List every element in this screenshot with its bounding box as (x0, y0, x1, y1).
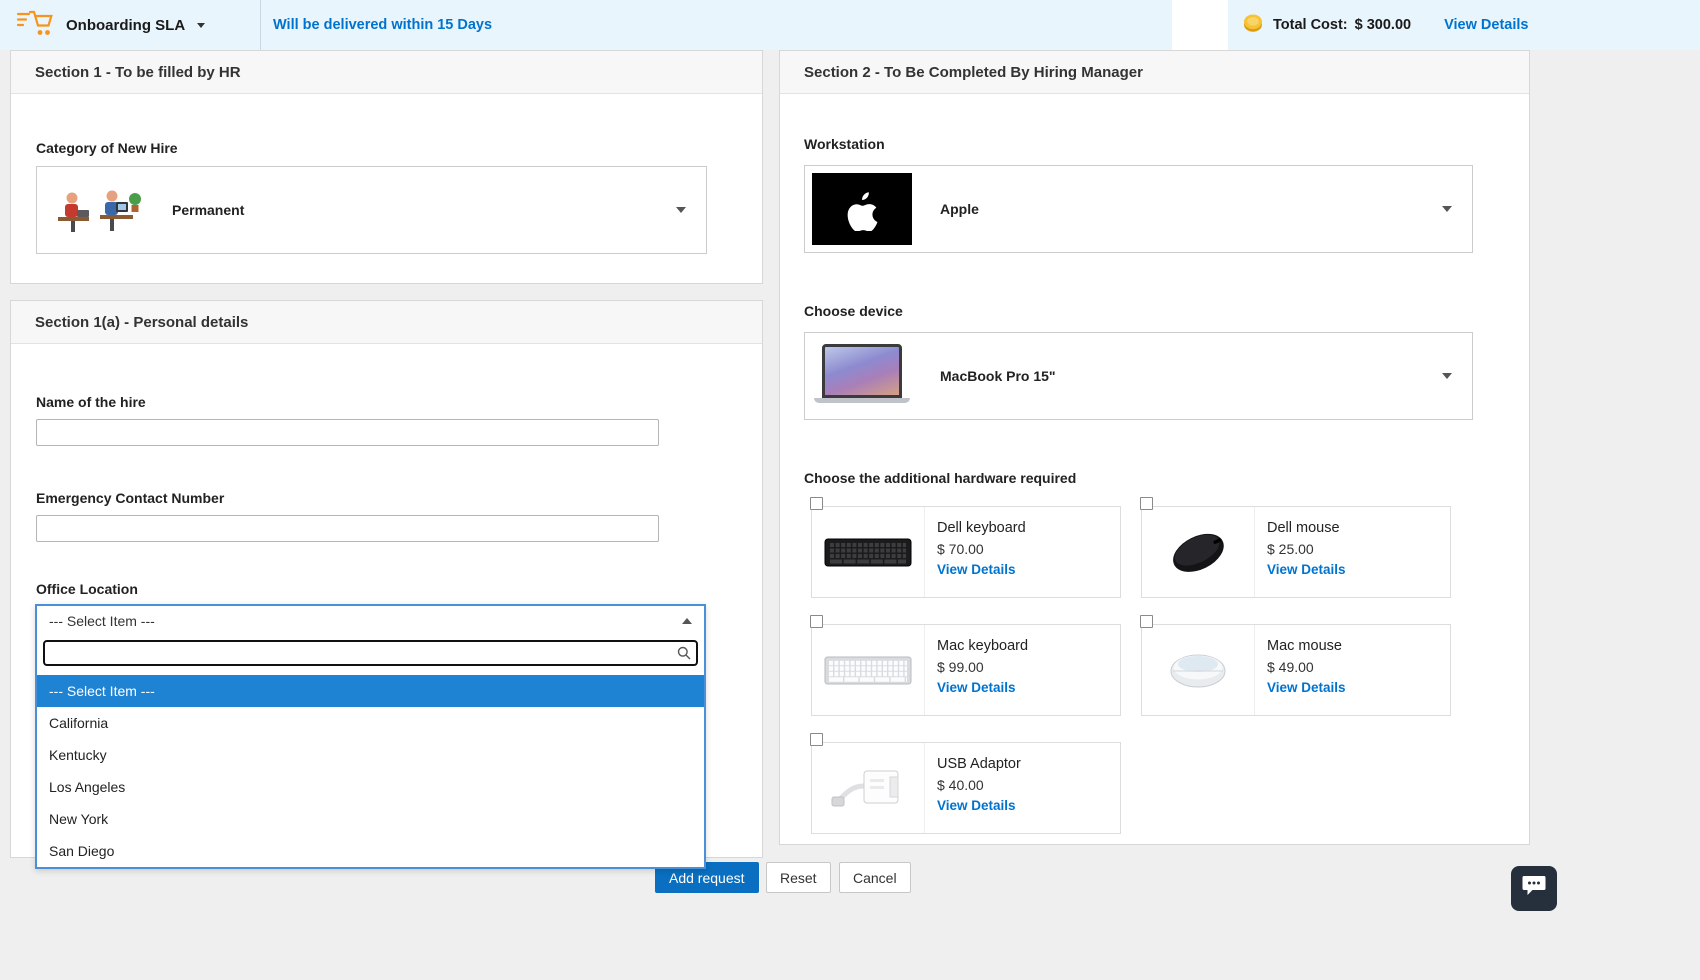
device-group: Choose device MacBook Pro 15" (804, 303, 1504, 420)
section-1-panel: Section 1 - To be filled by HR Category … (10, 50, 763, 284)
mac-keyboard-checkbox[interactable] (810, 615, 823, 628)
topbar-spacer (1172, 0, 1228, 50)
chevron-down-icon[interactable] (676, 207, 686, 213)
workstation-select[interactable]: Apple (804, 165, 1473, 253)
dropdown-search-box (37, 635, 704, 675)
section-1a-header: Section 1(a) - Personal details (11, 301, 762, 344)
search-icon (677, 646, 691, 665)
app-title: Onboarding SLA (66, 17, 185, 34)
office-location-dropdown-open: --- Select Item --- --- Select Item --- … (35, 604, 706, 869)
dell-keyboard-image (812, 507, 925, 597)
device-select[interactable]: MacBook Pro 15" (804, 332, 1473, 420)
apple-logo-icon (812, 173, 912, 245)
usb-adaptor-image (812, 743, 925, 833)
category-select[interactable]: Permanent (36, 166, 707, 254)
section-2-header: Section 2 - To Be Completed By Hiring Ma… (780, 51, 1529, 94)
emergency-contact-input[interactable] (36, 515, 659, 542)
hardware-grid: Dell keyboard $ 70.00 View Details (811, 506, 1504, 834)
hardware-label: Choose the additional hardware required (804, 470, 1504, 486)
item-view-details-link[interactable]: View Details (937, 680, 1028, 695)
sla-banner: Will be delivered within 15 Days (261, 0, 1172, 50)
item-price: $ 25.00 (1267, 541, 1346, 557)
section-2-panel: Section 2 - To Be Completed By Hiring Ma… (779, 50, 1530, 845)
office-location-selected-text: --- Select Item --- (49, 613, 155, 629)
category-image (44, 174, 144, 246)
topbar: Onboarding SLA Will be delivered within … (0, 0, 1700, 50)
total-cost-label: Total Cost: (1273, 17, 1348, 33)
usb-adaptor-checkbox[interactable] (810, 733, 823, 746)
dell-mouse-image (1142, 507, 1255, 597)
item-name: USB Adaptor (937, 756, 1021, 772)
dropdown-search-input[interactable] (43, 640, 698, 666)
item-name: Mac mouse (1267, 638, 1346, 654)
coin-icon (1242, 12, 1264, 38)
item-name: Dell keyboard (937, 520, 1026, 536)
dropdown-option-new-york[interactable]: New York (37, 803, 704, 835)
cart-icon (16, 8, 54, 43)
hardware-card-mac-mouse: Mac mouse $ 49.00 View Details (1141, 624, 1451, 716)
device-value: MacBook Pro 15" (940, 368, 1056, 384)
workstation-label: Workstation (804, 136, 1504, 152)
device-label: Choose device (804, 303, 1504, 319)
view-details-link[interactable]: View Details (1444, 17, 1528, 33)
item-price: $ 40.00 (937, 777, 1021, 793)
dell-keyboard-checkbox[interactable] (810, 497, 823, 510)
mac-keyboard-image (812, 625, 925, 715)
office-location-selected[interactable]: --- Select Item --- (37, 606, 704, 635)
cancel-button[interactable]: Cancel (839, 862, 911, 893)
chevron-down-icon[interactable] (1442, 206, 1452, 212)
mac-mouse-checkbox[interactable] (1140, 615, 1153, 628)
item-price: $ 70.00 (937, 541, 1026, 557)
item-view-details-link[interactable]: View Details (1267, 562, 1346, 577)
section-1-header: Section 1 - To be filled by HR (11, 51, 762, 94)
category-value: Permanent (172, 202, 244, 218)
hardware-card-dell-keyboard: Dell keyboard $ 70.00 View Details (811, 506, 1121, 598)
emergency-field-group: Emergency Contact Number (36, 490, 737, 542)
dropdown-option-san-diego[interactable]: San Diego (37, 835, 704, 867)
item-price: $ 49.00 (1267, 659, 1346, 675)
hardware-card-dell-mouse: Dell mouse $ 25.00 View Details (1141, 506, 1451, 598)
item-view-details-link[interactable]: View Details (937, 798, 1021, 813)
item-name: Mac keyboard (937, 638, 1028, 654)
category-label: Category of New Hire (36, 140, 737, 156)
chevron-up-icon (682, 618, 692, 624)
item-price: $ 99.00 (937, 659, 1028, 675)
delivery-note: Will be delivered within 15 Days (273, 17, 492, 33)
cost-summary: Total Cost: $ 300.00 View Details (1228, 0, 1700, 50)
macbook-image (812, 340, 912, 412)
workstation-group: Workstation Apple (804, 94, 1504, 253)
name-label: Name of the hire (36, 394, 737, 410)
dropdown-option-select-item[interactable]: --- Select Item --- (37, 675, 704, 707)
office-location-label: Office Location (36, 581, 737, 597)
hardware-card-mac-keyboard: Mac keyboard $ 99.00 View Details (811, 624, 1121, 716)
item-name: Dell mouse (1267, 520, 1346, 536)
name-field-group: Name of the hire (36, 344, 737, 446)
chevron-down-icon[interactable] (197, 23, 205, 28)
dropdown-option-los-angeles[interactable]: Los Angeles (37, 771, 704, 803)
item-view-details-link[interactable]: View Details (937, 562, 1026, 577)
dropdown-option-kentucky[interactable]: Kentucky (37, 739, 704, 771)
dell-mouse-checkbox[interactable] (1140, 497, 1153, 510)
total-cost-value: $ 300.00 (1355, 17, 1411, 33)
app-switcher[interactable]: Onboarding SLA (0, 0, 261, 50)
item-view-details-link[interactable]: View Details (1267, 680, 1346, 695)
emergency-contact-label: Emergency Contact Number (36, 490, 737, 506)
mac-mouse-image (1142, 625, 1255, 715)
chat-icon (1521, 874, 1547, 903)
hardware-card-usb-adaptor: USB Adaptor $ 40.00 View Details (811, 742, 1121, 834)
chat-button[interactable] (1511, 866, 1557, 911)
workstation-value: Apple (940, 201, 979, 217)
dropdown-option-california[interactable]: California (37, 707, 704, 739)
chevron-down-icon[interactable] (1442, 373, 1452, 379)
office-location-group: Office Location (36, 581, 737, 597)
reset-button[interactable]: Reset (766, 862, 831, 893)
name-input[interactable] (36, 419, 659, 446)
